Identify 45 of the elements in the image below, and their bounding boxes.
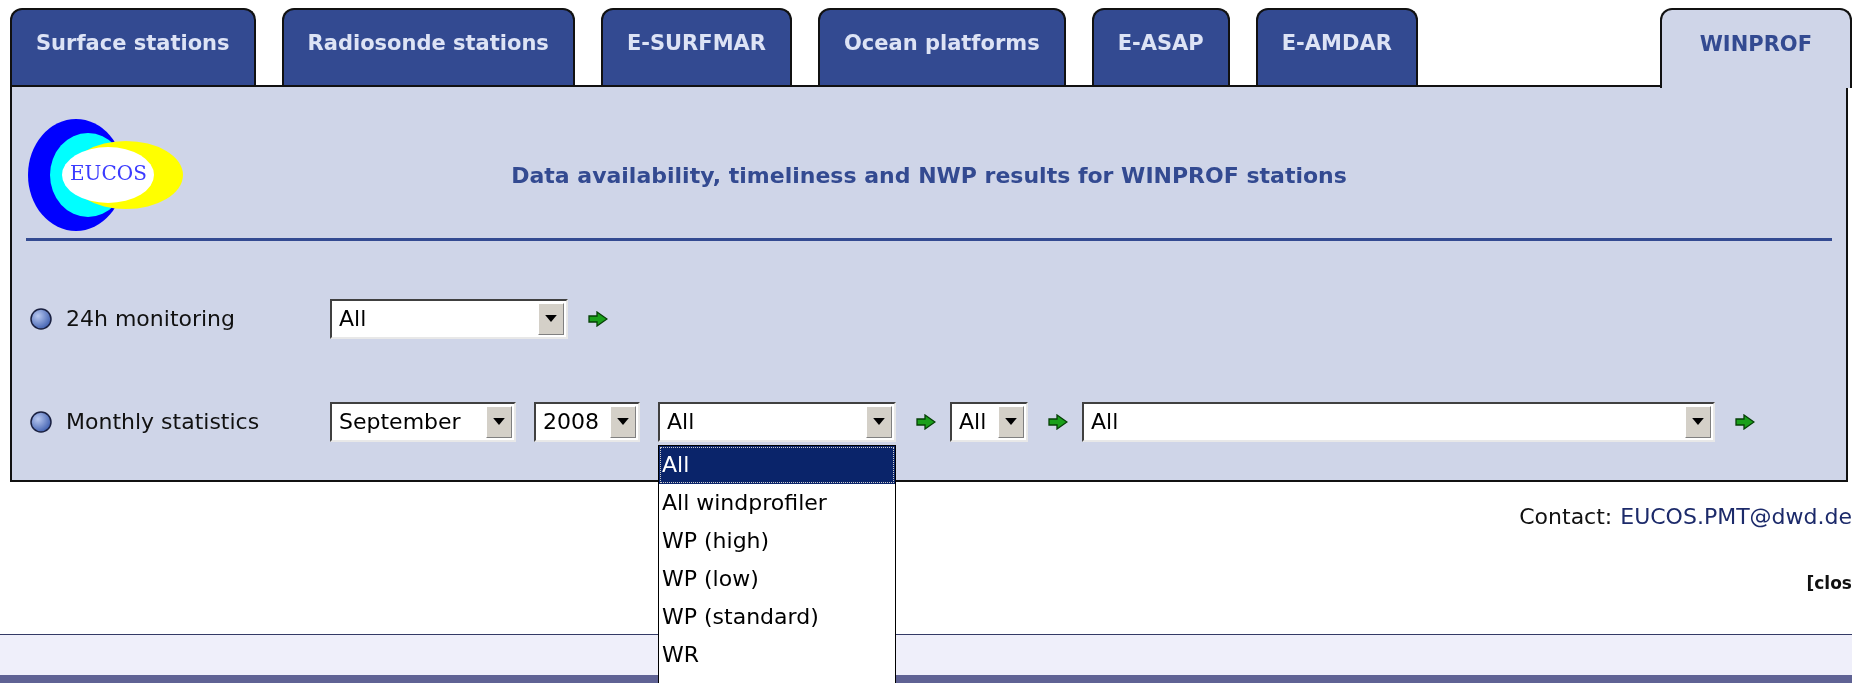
dropdown-option[interactable]: All (659, 445, 895, 484)
caret-icon (1692, 418, 1704, 425)
tab[interactable]: E-ASAP (1091, 8, 1230, 86)
contact-link[interactable]: EUCOS.PMT@dwd.de (1620, 504, 1852, 529)
contact-label: Contact: (1519, 504, 1613, 529)
select-field[interactable]: September (330, 401, 516, 442)
tab[interactable]: Radiosonde stations (281, 8, 575, 86)
arrow-icon[interactable] (1735, 413, 1755, 430)
arrow-icon[interactable] (1048, 413, 1068, 430)
dropdown-button[interactable] (998, 405, 1024, 438)
caret-icon (545, 315, 557, 322)
select-field[interactable]: All (330, 298, 568, 339)
caret-icon (493, 418, 505, 425)
dropdown-button[interactable] (486, 405, 512, 438)
dropdown-option[interactable]: WP (standard) (659, 597, 895, 636)
bullet-icon (30, 410, 52, 433)
dropdown-button[interactable] (610, 405, 636, 438)
dropdown-button[interactable] (866, 405, 892, 438)
select-field[interactable]: All (658, 401, 896, 442)
tab[interactable]: Ocean platforms (817, 8, 1066, 86)
tab[interactable]: E-AMDAR (1255, 8, 1418, 86)
dropdown-option[interactable]: All windprofiler (659, 483, 895, 522)
select-field[interactable]: 2008 (534, 401, 640, 442)
caret-icon (1005, 418, 1017, 425)
tab[interactable]: Surface stations (10, 8, 256, 86)
dropdown-button[interactable] (1685, 405, 1711, 438)
row-label: Monthly statistics (65, 409, 261, 434)
row-label: 24h monitoring (65, 306, 237, 331)
dropdown-option[interactable]: WR (659, 635, 895, 674)
caret-icon (617, 418, 629, 425)
dropdown-option[interactable]: WP (low) (659, 559, 895, 598)
dropdown-option[interactable]: WP (high) (659, 521, 895, 560)
logo-icon (26, 117, 186, 233)
tab[interactable]: E-SURFMAR (600, 8, 792, 86)
dropdown-button[interactable] (538, 302, 564, 335)
logo-text: EUCOS (70, 161, 147, 185)
page-title: Data availability, timeliness and NWP results for WINPROF stations (510, 162, 1348, 188)
select-field[interactable]: All (1082, 401, 1715, 442)
tab[interactable]: WINPROF (1659, 8, 1852, 88)
close-link[interactable]: [clos (1806, 573, 1852, 593)
arrow-icon[interactable] (916, 413, 936, 430)
bullet-icon (30, 307, 52, 330)
arrow-icon[interactable] (588, 310, 608, 327)
caret-icon (873, 418, 885, 425)
select-field[interactable]: All (950, 401, 1028, 442)
